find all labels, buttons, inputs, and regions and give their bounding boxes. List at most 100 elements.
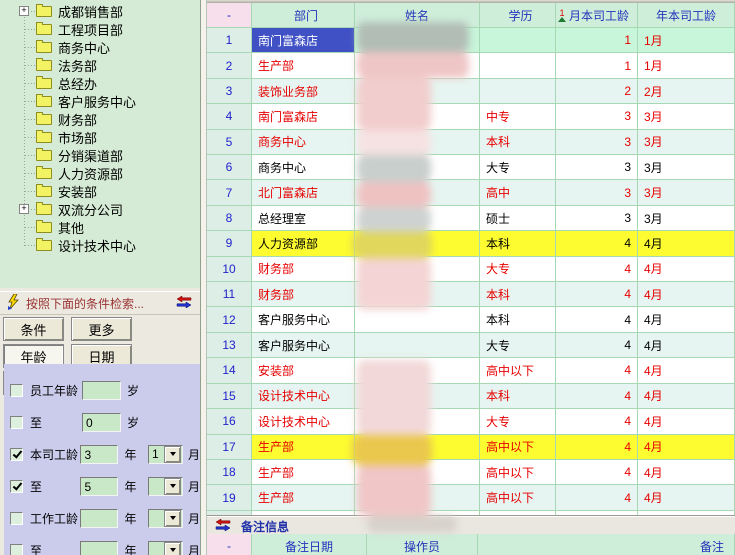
name-cell[interactable]	[355, 307, 480, 332]
months-tenure-cell[interactable]: 1	[556, 28, 638, 53]
months-tenure-cell[interactable]: 4	[556, 460, 638, 485]
criteria-checkbox[interactable]	[10, 416, 23, 429]
row-number-cell[interactable]: 7	[207, 180, 252, 205]
table-row[interactable]: 12客户服务中心本科44月	[207, 307, 735, 332]
name-cell[interactable]	[355, 333, 480, 358]
education-cell[interactable]: 中专	[480, 104, 556, 129]
criteria-value-input[interactable]: 3	[80, 445, 118, 464]
sidebar-item-工程项目部[interactable]: 工程项目部	[0, 20, 200, 38]
row-number-cell[interactable]: 1	[207, 28, 252, 53]
row-number-cell[interactable]: 9	[207, 231, 252, 256]
dept-cell[interactable]: 财务部	[252, 257, 355, 282]
row-number-cell[interactable]: 13	[207, 333, 252, 358]
table-row[interactable]: 18生产部高中以下44月	[207, 460, 735, 485]
months-tenure-cell[interactable]: 4	[556, 485, 638, 510]
row-number-cell[interactable]: 2	[207, 53, 252, 78]
name-cell[interactable]	[355, 257, 480, 282]
education-cell[interactable]: 本科	[480, 307, 556, 332]
column-header-months[interactable]: 1 月本司工龄	[556, 3, 638, 28]
column-header-edu[interactable]: 学历	[480, 3, 556, 28]
years-tenure-cell[interactable]: 4月	[638, 460, 735, 485]
years-tenure-cell[interactable]: 4月	[638, 257, 735, 282]
table-row[interactable]: 14安装部高中以下44月	[207, 358, 735, 383]
education-cell[interactable]	[480, 79, 556, 104]
months-tenure-cell[interactable]: 4	[556, 409, 638, 434]
row-number-cell[interactable]: 10	[207, 257, 252, 282]
dept-cell[interactable]: 南门富森店	[252, 28, 355, 53]
row-number-cell[interactable]: 12	[207, 307, 252, 332]
dept-cell[interactable]: 总经理室	[252, 206, 355, 231]
sidebar-item-市场部[interactable]: 市场部	[0, 128, 200, 146]
expand-plus-icon[interactable]: +	[19, 6, 29, 16]
table-row[interactable]: 2生产部11月	[207, 53, 735, 78]
table-row[interactable]: 7北门富森店高中33月	[207, 180, 735, 205]
education-cell[interactable]: 大专	[480, 333, 556, 358]
months-tenure-cell[interactable]: 4	[556, 511, 638, 516]
table-row[interactable]: 6商务中心大专33月	[207, 155, 735, 180]
table-row[interactable]: 19生产部高中以下44月	[207, 485, 735, 510]
sidebar-item-法务部[interactable]: 法务部	[0, 56, 200, 74]
row-number-cell[interactable]: 8	[207, 206, 252, 231]
swap-arrows-icon[interactable]	[215, 519, 231, 534]
column-header-index[interactable]: -	[207, 3, 252, 28]
years-tenure-cell[interactable]: 3月	[638, 130, 735, 155]
years-tenure-cell[interactable]: 1月	[638, 28, 735, 53]
criteria-value-input[interactable]	[82, 381, 121, 400]
dropdown-arrow-button[interactable]	[164, 446, 181, 463]
months-tenure-cell[interactable]: 4	[556, 435, 638, 460]
months-tenure-cell[interactable]: 1	[556, 53, 638, 78]
sidebar-item-客户服务中心[interactable]: 客户服务中心	[0, 92, 200, 110]
education-cell[interactable]: 大专	[480, 155, 556, 180]
table-row[interactable]: 4南门富森店中专33月	[207, 104, 735, 129]
education-cell[interactable]: 本科	[480, 384, 556, 409]
row-number-cell[interactable]: 6	[207, 155, 252, 180]
dept-cell[interactable]: 安装部	[252, 358, 355, 383]
sidebar-item-商务中心[interactable]: 商务中心	[0, 38, 200, 56]
name-cell[interactable]	[355, 206, 480, 231]
dept-cell[interactable]: 客户服务中心	[252, 333, 355, 358]
row-number-cell[interactable]: 16	[207, 409, 252, 434]
row-number-cell[interactable]: 17	[207, 435, 252, 460]
dept-cell[interactable]: 生产部	[252, 435, 355, 460]
education-cell[interactable]	[480, 53, 556, 78]
criteria-value-input[interactable]	[80, 541, 118, 555]
table-row[interactable]: 11财务部本科44月	[207, 282, 735, 307]
dept-cell[interactable]: 北门富森店	[252, 180, 355, 205]
month-dropdown[interactable]	[148, 509, 183, 528]
sidebar-item-财务部[interactable]: 财务部	[0, 110, 200, 128]
years-tenure-cell[interactable]: 4月	[638, 485, 735, 510]
expand-plus-icon[interactable]: +	[19, 204, 29, 214]
row-number-cell[interactable]: 15	[207, 384, 252, 409]
years-tenure-cell[interactable]: 4月	[638, 358, 735, 383]
table-row[interactable]: 15设计技术中心本科44月	[207, 384, 735, 409]
table-row[interactable]: 9人力资源部本科44月	[207, 231, 735, 256]
education-cell[interactable]: 本科	[480, 130, 556, 155]
row-number-cell[interactable]: 3	[207, 79, 252, 104]
name-cell[interactable]	[355, 409, 480, 434]
education-cell[interactable]: 高中以下	[480, 460, 556, 485]
dept-cell[interactable]: 客户服务中心	[252, 307, 355, 332]
months-tenure-cell[interactable]: 3	[556, 104, 638, 129]
sidebar-item-安装部[interactable]: 安装部	[0, 182, 200, 200]
table-row[interactable]: 13客户服务中心大专44月	[207, 333, 735, 358]
sidebar-item-成都销售部[interactable]: +成都销售部	[0, 2, 200, 20]
row-number-cell[interactable]: 11	[207, 282, 252, 307]
education-cell[interactable]: 高中以下	[480, 435, 556, 460]
name-cell[interactable]	[355, 384, 480, 409]
criteria-value-input[interactable]: 5	[80, 477, 118, 496]
name-cell[interactable]	[355, 485, 480, 510]
column-header-dept[interactable]: 部门	[252, 3, 355, 28]
dept-cell[interactable]: 生产部	[252, 460, 355, 485]
table-row[interactable]: 10财务部大专44月	[207, 257, 735, 282]
years-tenure-cell[interactable]: 3月	[638, 206, 735, 231]
education-cell[interactable]: 大专	[480, 511, 556, 516]
dept-cell[interactable]: 人力资源部	[252, 231, 355, 256]
dropdown-arrow-button[interactable]	[164, 478, 181, 495]
education-cell[interactable]	[480, 28, 556, 53]
years-tenure-cell[interactable]: 2月	[638, 79, 735, 104]
dept-cell[interactable]: 设计技术中心	[252, 511, 355, 516]
sidebar-item-双流分公司[interactable]: +双流分公司	[0, 200, 200, 218]
months-tenure-cell[interactable]: 4	[556, 333, 638, 358]
years-tenure-cell[interactable]: 1月	[638, 53, 735, 78]
months-tenure-cell[interactable]: 3	[556, 130, 638, 155]
